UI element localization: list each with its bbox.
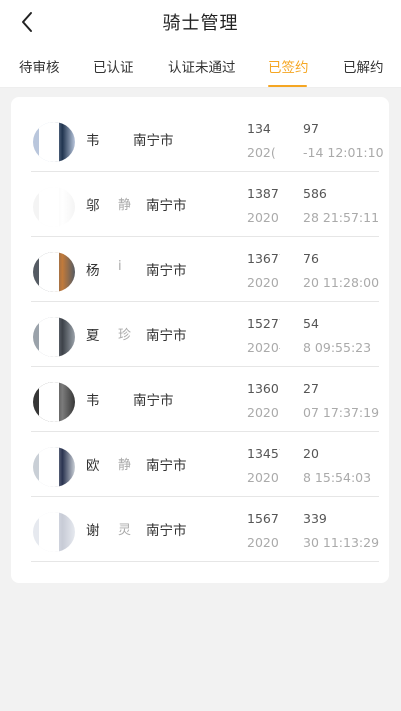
rider-name-fragment: i (118, 259, 122, 274)
rider-phone-end: 339 (303, 511, 327, 526)
avatar (33, 512, 75, 552)
rider-row[interactable]: 夏珍南宁市 15277 2020- 54 8 09:55:23 (31, 302, 379, 367)
row-gap (280, 432, 302, 496)
tab-terminated[interactable]: 已解约 (343, 44, 384, 88)
rider-date-end: -14 12:01:10 (303, 145, 384, 160)
row-gap (280, 237, 302, 301)
rider-row[interactable]: 杨 i 南宁市 13677 2020 76 20 11:28:00 (31, 237, 379, 302)
rider-date-start: 2020 (247, 535, 279, 550)
rider-date-end: 20 11:28:00 (303, 275, 380, 290)
tab-certified[interactable]: 已认证 (93, 44, 134, 88)
chevron-left-icon (22, 12, 32, 32)
rider-name: 夏 (86, 328, 100, 344)
rider-city: 南宁市 (146, 263, 187, 279)
active-tab-indicator (268, 85, 307, 87)
rider-city: 南宁市 (133, 393, 174, 409)
avatar (33, 317, 75, 357)
rider-phone-start: 1360 (247, 381, 279, 396)
rider-row[interactable]: 韦 南宁市 1360 2020 27 07 17:37:19 (31, 367, 379, 432)
rider-date-start: 2020 (247, 470, 279, 485)
rider-name: 杨 (86, 263, 100, 279)
rider-name: 韦 (86, 133, 100, 149)
rider-date-end: 8 09:55:23 (303, 340, 372, 355)
rider-city: 南宁市 (146, 198, 187, 214)
rider-name: 韦 (86, 393, 100, 409)
avatar (33, 382, 75, 422)
row-gap (280, 302, 302, 366)
row-gap (280, 107, 302, 171)
rider-phone-end: 20 (303, 446, 319, 461)
rider-city: 南宁市 (133, 133, 174, 149)
rider-phone-end: 586 (303, 186, 327, 201)
rider-phone-start: 1387 (247, 186, 279, 201)
top-navigation-bar: 骑士管理 (0, 0, 401, 44)
rider-name-fragment: 静 (118, 458, 132, 473)
rider-name: 谢 (86, 523, 100, 539)
row-gap (280, 497, 302, 561)
rider-name: 欧 (86, 458, 100, 474)
rider-phone-end: 27 (303, 381, 319, 396)
rider-phone-end: 97 (303, 121, 319, 136)
rider-date-end: 8 15:54:03 (303, 470, 372, 485)
rider-name: 邬 (86, 198, 100, 214)
rider-phone-start: 134 (247, 121, 271, 136)
tab-signed[interactable]: 已签约 (268, 44, 309, 88)
rider-name-fragment: 灵 (118, 523, 132, 538)
rider-row[interactable]: 邬 静南宁市 1387 2020 586 28 21:57:11 (31, 172, 379, 237)
row-gap (280, 367, 302, 431)
rider-date-end: 07 17:37:19 (303, 405, 380, 420)
rider-city: 南宁市 (146, 328, 187, 344)
rider-row[interactable]: 谢 灵南宁市 1567 2020 339 30 11:13:29 (31, 497, 379, 562)
avatar (33, 447, 75, 487)
rider-date-start: 2020- (247, 340, 284, 355)
tab-pending-review[interactable]: 待审核 (19, 44, 60, 88)
rider-city: 南宁市 (146, 458, 187, 474)
avatar (33, 252, 75, 292)
avatar (33, 122, 75, 162)
tab-certification-failed[interactable]: 认证未通过 (168, 44, 236, 88)
rider-date-start: 202( (247, 145, 276, 160)
rider-date-end: 28 21:57:11 (303, 210, 380, 225)
avatar (33, 187, 75, 227)
row-gap (280, 172, 302, 236)
rider-date-end: 30 11:13:29 (303, 535, 380, 550)
rider-row[interactable]: 韦 南宁市 134 202( 97 -14 12:01:10 (31, 107, 384, 172)
rider-phone-end: 54 (303, 316, 319, 331)
tab-bar: 待审核 已认证 认证未通过 已签约 已解约 (0, 44, 401, 88)
rider-date-start: 2020 (247, 210, 279, 225)
rider-phone-start: 1567 (247, 511, 279, 526)
back-button[interactable] (12, 6, 42, 38)
page-title: 骑士管理 (162, 13, 239, 34)
rider-date-start: 2020 (247, 275, 279, 290)
rider-date-start: 2020 (247, 405, 279, 420)
rider-row[interactable]: 欧静南宁市 13457 2020 20 8 15:54:03 (31, 432, 379, 497)
rider-name-fragment: 静 (118, 198, 132, 213)
rider-phone-end: 76 (303, 251, 319, 266)
rider-city: 南宁市 (146, 523, 187, 539)
rider-list: 韦南宁市 134 202(97 -14 12:01:10 邬静南宁市 1387 2020 58… (11, 97, 389, 583)
rider-name-fragment: 珍 (118, 328, 132, 343)
